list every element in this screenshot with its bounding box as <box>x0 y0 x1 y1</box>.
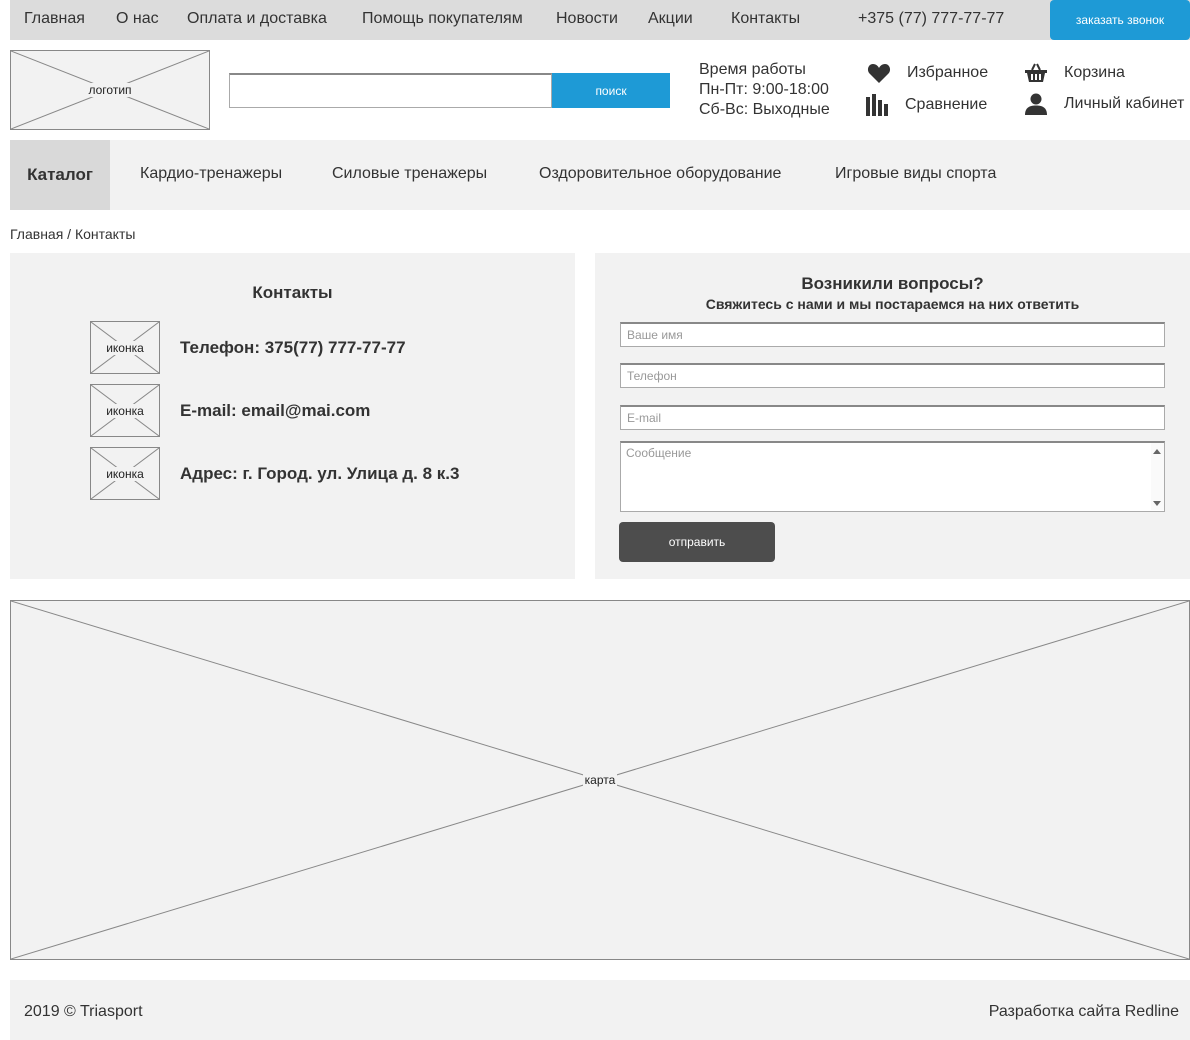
topnav-about[interactable]: О нас <box>116 10 159 28</box>
search-input[interactable] <box>229 73 552 108</box>
phone-field[interactable] <box>620 363 1165 388</box>
account-label: Личный кабинет <box>1064 95 1185 112</box>
breadcrumb-separator: / <box>63 226 75 242</box>
name-field[interactable] <box>620 322 1165 347</box>
compare-bars-icon <box>866 94 888 116</box>
catalog-item-team-sports[interactable]: Игровые виды спорта <box>835 165 996 183</box>
topnav-news[interactable]: Новости <box>556 10 618 28</box>
contact-address: Адрес: г. Город. ул. Улица д. 8 к.3 <box>180 464 460 483</box>
catalog-button[interactable]: Каталог <box>10 140 110 210</box>
address-icon-label: иконка <box>104 466 146 481</box>
email-field[interactable] <box>620 405 1165 430</box>
hours-title: Время работы <box>699 61 806 78</box>
topnav-contacts[interactable]: Контакты <box>731 10 800 28</box>
topnav-payment-delivery[interactable]: Оплата и доставка <box>187 10 327 28</box>
breadcrumb-current: Контакты <box>74 226 136 242</box>
favorites-link[interactable]: Избранное <box>867 62 988 84</box>
form-subtitle: Свяжитесь с нами и мы постараемся на них… <box>705 296 1080 312</box>
address-icon: иконка <box>90 447 160 500</box>
email-icon-label: иконка <box>104 403 146 418</box>
scroll-down-arrow-icon[interactable] <box>1153 501 1161 506</box>
compare-label: Сравнение <box>905 96 988 113</box>
topnav-customer-help[interactable]: Помощь покупателям <box>362 10 523 28</box>
search-button[interactable]: поиск <box>552 73 670 108</box>
contact-phone[interactable]: Телефон: 375(77) 777-77-77 <box>180 338 406 358</box>
map-label: карта <box>582 773 618 787</box>
cart-label: Корзина <box>1064 64 1125 81</box>
compare-link[interactable]: Сравнение <box>865 94 987 116</box>
catalog-item-strength[interactable]: Силовые тренажеры <box>332 165 487 183</box>
message-field-wrapper <box>620 441 1165 512</box>
top-bar: Главная О нас Оплата и доставка Помощь п… <box>10 0 1190 40</box>
map-placeholder[interactable]: карта <box>10 600 1190 960</box>
contact-email[interactable]: E-mail: email@mai.com <box>180 401 370 421</box>
catalog-bar: Каталог Кардио-тренажеры Силовые тренаже… <box>10 140 1190 210</box>
contacts-panel: Контакты иконка Телефон: 375(77) 777-77-… <box>10 253 575 579</box>
breadcrumb-home[interactable]: Главная <box>10 226 63 242</box>
cart-link[interactable]: Корзина <box>1024 62 1125 84</box>
top-phone[interactable]: +375 (77) 777-77-77 <box>858 10 1004 28</box>
catalog-item-cardio[interactable]: Кардио-тренажеры <box>140 165 282 183</box>
catalog-item-wellness[interactable]: Оздоровительное оборудование <box>539 165 781 183</box>
footer-developer-link[interactable]: Разработка сайта Redline <box>989 1003 1179 1021</box>
heart-icon <box>867 64 891 83</box>
form-title: Возникили вопросы? <box>801 274 984 293</box>
breadcrumb: Главная / Контакты <box>10 226 135 242</box>
phone-icon-label: иконка <box>104 340 146 355</box>
logo[interactable]: логотип <box>10 50 210 130</box>
submit-button[interactable]: отправить <box>619 522 775 562</box>
favorites-label: Избранное <box>907 64 989 81</box>
topnav-promotions[interactable]: Акции <box>648 10 693 28</box>
working-hours: Время работы Пн-Пт: 9:00-18:00 Сб-Вс: Вы… <box>699 60 830 120</box>
message-scrollbar[interactable] <box>1151 443 1164 510</box>
contacts-title: Контакты <box>252 283 333 302</box>
hours-weekdays: Пн-Пт: 9:00-18:00 <box>699 81 829 98</box>
footer: 2019 © Triasport Разработка сайта Redlin… <box>10 980 1190 1040</box>
topnav-home[interactable]: Главная <box>24 10 85 28</box>
email-icon: иконка <box>90 384 160 437</box>
account-link[interactable]: Личный кабинет <box>1024 93 1184 115</box>
feedback-form-panel: Возникили вопросы? Свяжитесь с нами и мы… <box>595 253 1190 579</box>
user-icon <box>1025 93 1047 115</box>
logo-label: логотип <box>86 83 134 97</box>
hours-weekend: Сб-Вс: Выходные <box>699 101 830 118</box>
phone-icon: иконка <box>90 321 160 374</box>
footer-copyright: 2019 © Triasport <box>24 1003 143 1020</box>
message-field[interactable] <box>621 443 1151 510</box>
scroll-up-arrow-icon[interactable] <box>1153 449 1161 454</box>
basket-icon <box>1025 63 1047 82</box>
callback-button[interactable]: заказать звонок <box>1050 0 1190 40</box>
